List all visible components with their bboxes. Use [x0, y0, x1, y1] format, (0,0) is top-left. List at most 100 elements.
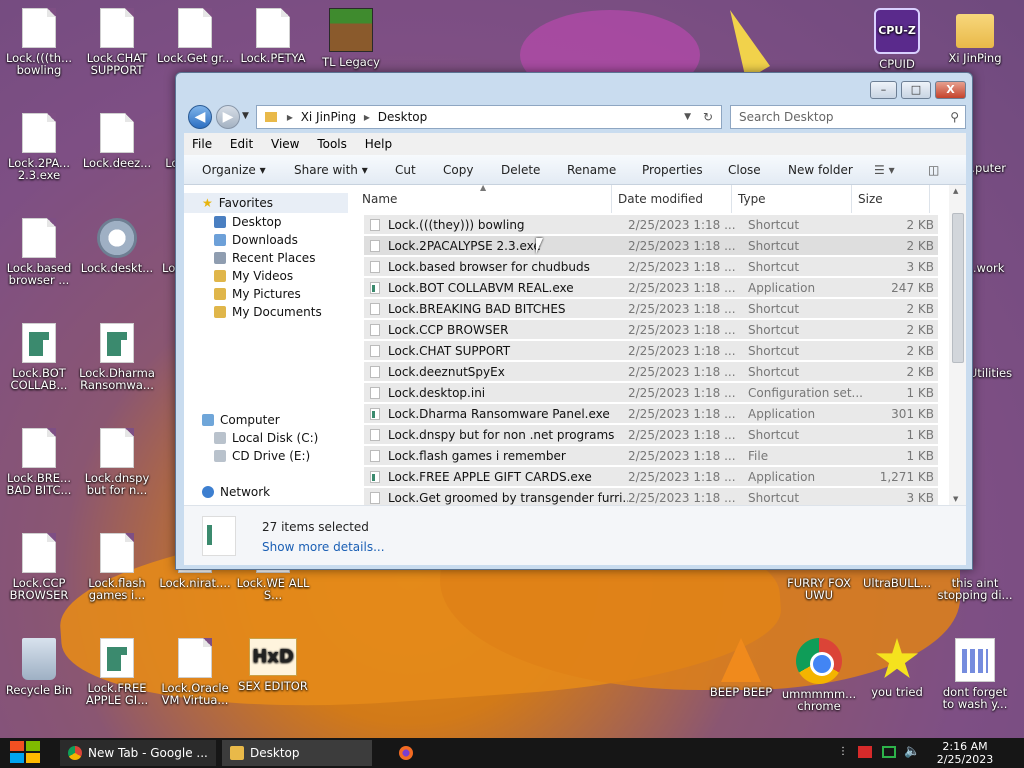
desktop-icon[interactable]: ummmmm... chrome	[780, 638, 858, 712]
search-input[interactable]: Search Desktop ⚲	[730, 105, 966, 129]
dropdown-icon[interactable]: ▼	[684, 106, 691, 128]
network-tray-icon[interactable]	[882, 746, 896, 758]
file-row[interactable]: Lock.deeznutSpyEx 2/25/2023 1:18 ... Short…	[364, 362, 938, 382]
scroll-down-icon[interactable]: ▼	[953, 495, 958, 503]
desktop-icon[interactable]: Lock.CHAT SUPPORT	[78, 8, 156, 76]
cut-button[interactable]: Cut	[395, 155, 416, 185]
desktop-icon[interactable]: Lock.deez...	[78, 113, 156, 169]
nav-computer[interactable]: Computer	[202, 411, 280, 429]
desktop-icon[interactable]: Recycle Bin	[0, 638, 78, 696]
preview-pane-icon[interactable]: ◫	[928, 155, 939, 185]
file-row[interactable]: Lock.(((they))) bowling 2/25/2023 1:18 ..…	[364, 215, 938, 235]
taskbar-chrome[interactable]: New Tab - Google ...	[60, 740, 216, 766]
desktop-icon[interactable]: Lock.FREE APPLE GI...	[78, 638, 156, 706]
menu-edit[interactable]: Edit	[230, 137, 253, 151]
volume-icon[interactable]: 🔈	[904, 744, 920, 768]
flag-icon[interactable]	[858, 746, 872, 758]
organize-button[interactable]: Organize ▾	[202, 155, 266, 185]
nav-item[interactable]: CD Drive (E:)	[214, 447, 310, 465]
folder-icon	[956, 14, 994, 48]
view-options-icon[interactable]: ☰ ▾	[874, 155, 895, 185]
file-row[interactable]: Lock.desktop.ini 2/25/2023 1:18 ... Config…	[364, 383, 938, 403]
file-row[interactable]: Lock.2PACALYPSE 2.3.exe 2/25/2023 1:18 ..…	[364, 236, 938, 256]
document-icon	[100, 428, 134, 468]
desktop-icon[interactable]: you tried	[858, 638, 936, 698]
desktop-icon[interactable]: Lock.based browser ...	[0, 218, 78, 286]
clock[interactable]: 2:16 AM 2/25/2023	[930, 740, 1000, 766]
file-row[interactable]: Lock.Dharma Ransomware Panel.exe 2/25/202…	[364, 404, 938, 424]
desktop-icon[interactable]: Xi JinPing	[936, 8, 1014, 64]
nav-item[interactable]: Desktop	[214, 213, 282, 231]
recent-locations-icon[interactable]: ▼	[242, 111, 249, 121]
maximize-button[interactable]: □	[901, 81, 931, 99]
show-more-details-link[interactable]: Show more details...	[262, 540, 385, 554]
nav-item-label: Desktop	[232, 215, 282, 229]
minimize-button[interactable]: –	[870, 81, 897, 99]
taskbar-desktop[interactable]: Desktop	[222, 740, 372, 766]
menu-bar: File Edit View Tools Help	[184, 133, 966, 155]
desktop-icon[interactable]: Lock.dnspy but for n...	[78, 428, 156, 496]
file-row[interactable]: Lock.FREE APPLE GIFT CARDS.exe 2/25/2023 …	[364, 467, 938, 487]
properties-button[interactable]: Properties	[642, 155, 703, 185]
breadcrumb-user[interactable]: Xi JinPing	[301, 110, 356, 124]
desktop-icon[interactable]: CPU-Z CPUID	[858, 8, 936, 70]
desktop-icon[interactable]: HxD SEX EDITOR	[234, 638, 312, 692]
desktop-icon[interactable]: Lock.BRE... BAD BITC...	[0, 428, 78, 496]
column-size[interactable]: Size	[852, 185, 930, 213]
nav-item[interactable]: My Documents	[214, 303, 322, 321]
nav-favorites[interactable]: ★ Favorites	[202, 194, 273, 212]
desktop-icon[interactable]: BEEP BEEP	[702, 638, 780, 698]
column-date[interactable]: Date modified	[612, 185, 732, 213]
breadcrumb-desktop[interactable]: Desktop	[378, 110, 428, 124]
menu-file[interactable]: File	[192, 137, 212, 151]
scroll-thumb[interactable]	[952, 213, 964, 363]
file-row[interactable]: Lock.CCP BROWSER 2/25/2023 1:18 ... Shortc…	[364, 320, 938, 340]
menu-view[interactable]: View	[271, 137, 299, 151]
file-row[interactable]: Lock.based browser for chudbuds 2/25/2023…	[364, 257, 938, 277]
desktop-icon[interactable]: Lock.Dharma Ransomwa...	[78, 323, 156, 391]
file-row[interactable]: Lock.dnspy but for non .net programs 2/25…	[364, 425, 938, 445]
desktop-icon[interactable]: Lock.BOT COLLAB...	[0, 323, 78, 391]
close-button[interactable]: X	[935, 81, 966, 99]
desktop-icon[interactable]: Lock.Get gr...	[156, 8, 234, 64]
desktop-icon[interactable]: dont forget to wash y...	[936, 638, 1014, 710]
desktop-icon[interactable]: Lock.Oracle VM Virtua...	[156, 638, 234, 706]
desktop-icon[interactable]: Lock.deskt...	[78, 218, 156, 274]
nav-item[interactable]: Local Disk (C:)	[214, 429, 318, 447]
taskbar-firefox[interactable]	[392, 740, 420, 766]
title-bar[interactable]: – □ X	[176, 73, 972, 103]
scrollbar[interactable]: ▲ ▼	[949, 185, 966, 505]
desktop-icon[interactable]: Lock.CCP BROWSER	[0, 533, 78, 601]
close-file-button[interactable]: Close	[728, 155, 761, 185]
desktop-icon[interactable]: Lock.2PA... 2.3.exe	[0, 113, 78, 181]
file-row[interactable]: Lock.flash games i remember 2/25/2023 1:1…	[364, 446, 938, 466]
start-button[interactable]	[10, 741, 42, 765]
menu-help[interactable]: Help	[365, 137, 392, 151]
new-folder-button[interactable]: New folder	[788, 155, 853, 185]
nav-network[interactable]: Network	[202, 483, 270, 501]
search-icon[interactable]: ⚲	[950, 106, 959, 128]
nav-item[interactable]: Recent Places	[214, 249, 315, 267]
share-with-button[interactable]: Share with ▾	[294, 155, 368, 185]
address-bar[interactable]: ▸ Xi JinPing ▸ Desktop ▼ ↻	[256, 105, 722, 129]
file-row[interactable]: Lock.CHAT SUPPORT 2/25/2023 1:18 ... Short…	[364, 341, 938, 361]
nav-item[interactable]: My Pictures	[214, 285, 301, 303]
column-type[interactable]: Type	[732, 185, 852, 213]
copy-button[interactable]: Copy	[443, 155, 473, 185]
back-button[interactable]: ◀	[188, 105, 212, 129]
desktop-icon[interactable]: Lock.flash games i...	[78, 533, 156, 601]
nav-item[interactable]: Downloads	[214, 231, 298, 249]
delete-button[interactable]: Delete	[501, 155, 540, 185]
scroll-up-icon[interactable]: ▲	[953, 187, 958, 195]
file-row[interactable]: Lock.BOT COLLABVM REAL.exe 2/25/2023 1:18…	[364, 278, 938, 298]
refresh-icon[interactable]: ↻	[703, 106, 713, 128]
desktop-icon[interactable]: Lock.PETYA	[234, 8, 312, 64]
tray-overflow-icon[interactable]: ⋮	[838, 746, 848, 768]
nav-item[interactable]: My Videos	[214, 267, 293, 285]
file-row[interactable]: Lock.BREAKING BAD BITCHES 2/25/2023 1:18 …	[364, 299, 938, 319]
rename-button[interactable]: Rename	[567, 155, 616, 185]
menu-tools[interactable]: Tools	[317, 137, 347, 151]
desktop-icon[interactable]: Lock.(((th... bowling	[0, 8, 78, 76]
forward-button[interactable]: ▶	[216, 105, 240, 129]
desktop-icon[interactable]: TL Legacy	[312, 8, 390, 68]
